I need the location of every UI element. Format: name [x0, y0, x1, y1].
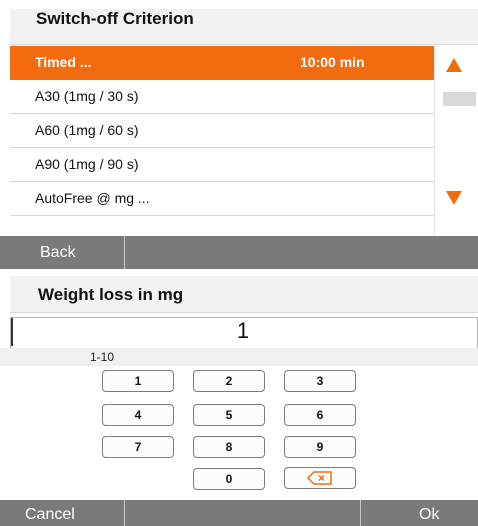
cancel-button[interactable]: Cancel — [0, 500, 124, 526]
range-strip — [0, 348, 478, 366]
criterion-row-timed[interactable]: Timed ... 10:00 min — [10, 46, 434, 80]
cancel-button-label: Cancel — [25, 506, 75, 523]
row-label: A30 (1mg / 30 s) — [35, 88, 139, 104]
key-6[interactable]: 6 — [284, 404, 356, 426]
bar-divider — [124, 236, 125, 269]
ok-button-label: Ok — [419, 506, 440, 523]
criterion-action-bar: Back — [0, 236, 478, 269]
keypad-action-bar: Cancel Ok — [0, 500, 478, 526]
scroll-thumb[interactable] — [443, 92, 476, 106]
criterion-scrollbar[interactable] — [434, 46, 478, 236]
criterion-title: Switch-off Criterion — [36, 9, 194, 28]
key-3[interactable]: 3 — [284, 370, 356, 392]
back-button[interactable]: Back — [0, 236, 124, 269]
bar-divider — [124, 500, 125, 526]
backspace-icon — [306, 471, 332, 485]
criterion-row-a60[interactable]: A60 (1mg / 60 s) — [10, 114, 434, 148]
backspace-button[interactable] — [284, 467, 356, 489]
key-7[interactable]: 7 — [102, 436, 174, 458]
weight-loss-title: Weight loss in mg — [38, 285, 184, 304]
criterion-row-autofree[interactable]: AutoFree @ mg ... — [10, 182, 434, 216]
key-9[interactable]: 9 — [284, 436, 356, 458]
value-text: 1 — [236, 318, 250, 343]
row-label: A90 (1mg / 90 s) — [35, 156, 139, 172]
scroll-down-icon[interactable] — [446, 191, 462, 205]
back-button-label: Back — [40, 244, 76, 261]
key-8[interactable]: 8 — [193, 436, 265, 458]
range-hint: 1-10 — [90, 350, 115, 364]
criterion-row-a90[interactable]: A90 (1mg / 90 s) — [10, 148, 434, 182]
key-2[interactable]: 2 — [193, 370, 265, 392]
row-label: A60 (1mg / 60 s) — [35, 122, 139, 138]
key-1[interactable]: 1 — [102, 370, 174, 392]
row-label: Timed ... — [35, 54, 92, 70]
key-4[interactable]: 4 — [102, 404, 174, 426]
row-label: AutoFree @ mg ... — [35, 190, 150, 206]
criterion-row-a30[interactable]: A30 (1mg / 30 s) — [10, 80, 434, 114]
ok-button[interactable]: Ok — [361, 500, 478, 526]
key-5[interactable]: 5 — [193, 404, 265, 426]
key-0[interactable]: 0 — [193, 468, 265, 490]
row-value: 10:00 min — [300, 54, 365, 70]
scroll-up-icon[interactable] — [446, 58, 462, 72]
